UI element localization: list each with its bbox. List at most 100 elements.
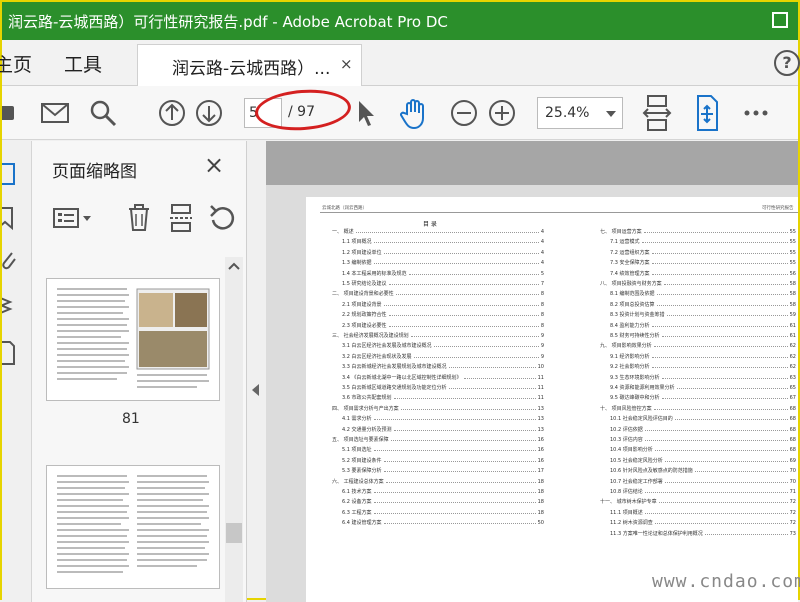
toc-row[interactable]: 十一、 城市树木保护专章 72: [600, 495, 796, 505]
toc-row[interactable]: 10.1 社会稳定风险评估目的 68: [610, 412, 796, 422]
toc-row[interactable]: 2.2 规划政策符合性 8: [342, 308, 544, 318]
toc-row[interactable]: 10.2 评估依据 68: [610, 423, 796, 433]
toc-row[interactable]: 4.2 交通量分析及预测 13: [342, 423, 544, 433]
toc-row[interactable]: 9.3 生态环境影响分析 63: [610, 371, 796, 381]
close-panel-icon[interactable]: ×: [204, 151, 224, 179]
delete-icon[interactable]: [126, 203, 152, 233]
toc-row[interactable]: 3.5 白云新城区域道路交通规划及功能定位分析 11: [342, 381, 544, 391]
toc-row[interactable]: 9.1 经济影响分析 62: [610, 350, 796, 360]
toc-row[interactable]: 6.3 工程方案 18: [342, 506, 544, 516]
toc-row[interactable]: 3.4 《白云新城北湖中一路以北区域控制性详细规划》 11: [342, 371, 544, 381]
document-view[interactable]: 云城北路（润云西路） 可行性研究报告 目 录 一、 概述 4 1.1 项目概况 4 1.…: [266, 141, 798, 602]
scrollbar-thumb[interactable]: [226, 523, 242, 543]
collapse-panel-icon[interactable]: [252, 384, 259, 396]
toc-row[interactable]: 11.2 树木资源调查 72: [610, 516, 796, 526]
toc-entry-page: 68: [789, 416, 796, 423]
toc-row[interactable]: 8.5 财务可持续性分析 61: [610, 329, 796, 339]
print-icon[interactable]: [2, 98, 16, 128]
toc-row[interactable]: 8.2 项目总投资估算 58: [610, 298, 796, 308]
toc-row[interactable]: 1.3 编制依据 4: [342, 256, 544, 266]
scroll-up-icon[interactable]: [228, 261, 240, 271]
toc-row[interactable]: 3.3 白云新城经济社会发展规划及城市建设概况 10: [342, 360, 544, 370]
toc-row[interactable]: 9.4 资源和能源利用效果分析 65: [610, 381, 796, 391]
toc-row[interactable]: 1.5 研究结论及建议 7: [342, 277, 544, 287]
toc-row[interactable]: 4.1 需求分析 13: [342, 412, 544, 422]
toc-row[interactable]: 5.1 项目选址 16: [342, 443, 544, 453]
toc-row[interactable]: 11.1 项目概述 72: [610, 506, 796, 516]
toc-row[interactable]: 十、 项目风险管控方案 68: [600, 402, 796, 412]
zoom-dropdown[interactable]: 25.4%: [537, 97, 623, 129]
toc-row[interactable]: 8.3 投资计划与资金筹措 59: [610, 308, 796, 318]
window-titlebar[interactable]: 润云路-云城西路）可行性研究报告.pdf - Adobe Acrobat Pro…: [2, 2, 798, 40]
toc-row[interactable]: 10.5 社会稳定风险分析 69: [610, 454, 796, 464]
page-down-icon[interactable]: [194, 98, 224, 128]
toc-row[interactable]: 9.5 碳达峰碳中和分析 67: [610, 391, 796, 401]
document-icon[interactable]: [2, 339, 18, 367]
toc-row[interactable]: 3.2 白云区经济社会现状及发展 9: [342, 350, 544, 360]
toc-row[interactable]: 10.3 评估内容 68: [610, 433, 796, 443]
tab-tools[interactable]: 工具: [64, 50, 102, 77]
toc-row[interactable]: 六、 工程建设总体方案 18: [332, 475, 544, 485]
toc-row[interactable]: 10.7 社会稳定工作部署 70: [610, 475, 796, 485]
toc-row[interactable]: 10.4 项目影响分析 68: [610, 443, 796, 453]
thumbnail-options-icon[interactable]: [52, 205, 94, 231]
attachments-icon[interactable]: [2, 249, 18, 275]
page-thumbnails-icon[interactable]: [2, 161, 18, 187]
toc-row[interactable]: 6.1 技术方案 18: [342, 485, 544, 495]
layers-icon[interactable]: [2, 291, 18, 319]
maximize-icon[interactable]: [772, 12, 788, 28]
toc-row[interactable]: 7.1 运营模式 55: [610, 235, 796, 245]
toc-row[interactable]: 三、 社会经济发展概况及建设规划 9: [332, 329, 544, 339]
zoom-in-icon[interactable]: [487, 98, 517, 128]
toc-row[interactable]: 5.3 要素保障分析 17: [342, 464, 544, 474]
toc-row[interactable]: 3.6 市政公共配套规划 11: [342, 391, 544, 401]
toc-row[interactable]: 2.3 项目建设必要性 8: [342, 319, 544, 329]
toc-row[interactable]: 3.1 白云区经济社会发展及城市建设概况 9: [342, 339, 544, 349]
more-options-icon[interactable]: [742, 98, 772, 128]
toc-row[interactable]: 九、 项目影响效果分析 62: [600, 339, 796, 349]
page-up-icon[interactable]: [157, 98, 187, 128]
toc-row[interactable]: 7.4 绩效管理方案 56: [610, 267, 796, 277]
toc-row[interactable]: 1.1 项目概况 4: [342, 235, 544, 245]
toc-row[interactable]: 9.2 社会影响分析 62: [610, 360, 796, 370]
toc-row[interactable]: 11.3 方案唯一性论证和总体保护利用概况 73: [610, 527, 796, 537]
toc-leader: [644, 440, 788, 441]
thumbnail-scrollbar[interactable]: [225, 257, 243, 602]
toc-row[interactable]: 8.4 盈利能力分析 61: [610, 319, 796, 329]
toc-row[interactable]: 7.2 运营组织方案 55: [610, 246, 796, 256]
toc-row[interactable]: 2.1 项目建设背景 8: [342, 298, 544, 308]
tab-document[interactable]: 润云路-云城西路）... ×: [137, 44, 362, 86]
tab-home[interactable]: 主页: [0, 50, 32, 77]
zoom-out-icon[interactable]: [449, 98, 479, 128]
mail-icon[interactable]: [40, 98, 70, 128]
toc-row[interactable]: 五、 项目选址与要素保障 16: [332, 433, 544, 443]
insert-page-icon[interactable]: [168, 203, 194, 233]
toc-row[interactable]: 1.2 项目建设单位 4: [342, 246, 544, 256]
toc-row[interactable]: 6.2 设备方案 18: [342, 495, 544, 505]
toc-row[interactable]: 10.6 针对风险点及敏感点的防范措施 70: [610, 464, 796, 474]
toc-row[interactable]: 8.1 编制范围及依据 58: [610, 287, 796, 297]
hand-tool-icon[interactable]: [398, 98, 432, 130]
page-thumbnail-81[interactable]: [46, 278, 220, 401]
toc-entry-title: 八、 项目投融资与财务方案: [600, 281, 662, 287]
bookmarks-icon[interactable]: [2, 205, 18, 231]
toc-row[interactable]: 二、 项目建设背景和必要性 8: [332, 287, 544, 297]
help-icon[interactable]: ?: [774, 50, 800, 76]
toc-row[interactable]: 七、 项目运营方案 55: [600, 225, 796, 235]
fit-page-icon[interactable]: [692, 94, 722, 132]
close-tab-icon[interactable]: ×: [340, 55, 353, 73]
toc-row[interactable]: 5.2 项目建设条件 16: [342, 454, 544, 464]
rotate-icon[interactable]: [208, 203, 238, 233]
toc-row[interactable]: 10.8 评估结论 71: [610, 485, 796, 495]
toc-row[interactable]: 7.3 安全保障方案 55: [610, 256, 796, 266]
toc-row[interactable]: 一、 概述 4: [332, 225, 544, 235]
toc-row[interactable]: 八、 项目投融资与财务方案 58: [600, 277, 796, 287]
fit-width-icon[interactable]: [642, 94, 672, 132]
toc-row[interactable]: 6.4 建设管理方案 50: [342, 516, 544, 526]
toc-row[interactable]: 1.4 本工程采用的标准及规范 5: [342, 267, 544, 277]
search-icon[interactable]: [88, 98, 118, 128]
toc-row[interactable]: 四、 项目需求分析与产出方案 13: [332, 402, 544, 412]
pdf-page[interactable]: 云城北路（润云西路） 可行性研究报告 目 录 一、 概述 4 1.1 项目概况 4 1.…: [306, 197, 798, 602]
select-cursor-icon[interactable]: [354, 98, 380, 128]
page-thumbnail-82[interactable]: [46, 465, 220, 589]
